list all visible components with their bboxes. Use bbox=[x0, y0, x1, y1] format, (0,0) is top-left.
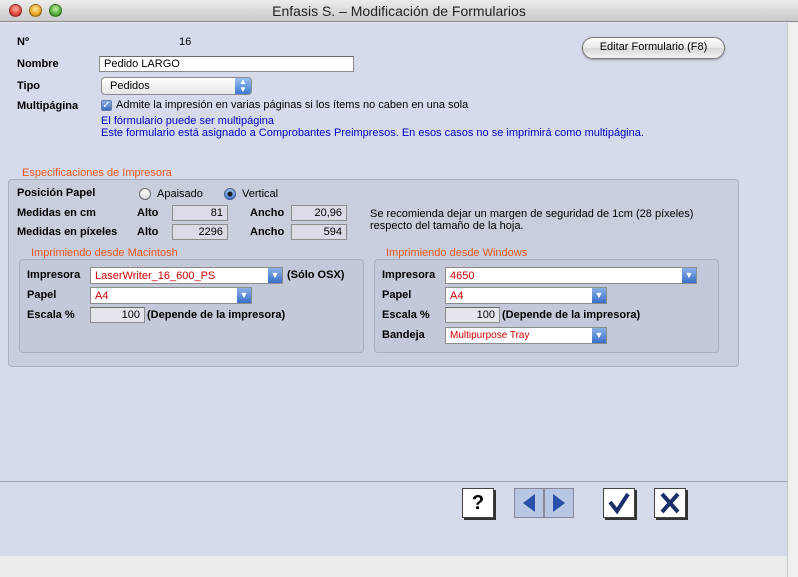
chevron-down-icon: ▼ bbox=[268, 268, 282, 283]
medidas-px-label: Medidas en píxeles bbox=[17, 226, 118, 238]
numero-value: 16 bbox=[179, 36, 192, 48]
window-title: Enfasis S. – Modificación de Formularios bbox=[272, 3, 526, 19]
mac-papel-select[interactable]: A4 ▼ bbox=[90, 287, 252, 304]
margin-note-line-2: respecto del tamaño de la hoja. bbox=[370, 220, 524, 232]
alto-px-label: Alto bbox=[137, 226, 159, 238]
win-bandeja-value: Multipurpose Tray bbox=[450, 330, 530, 341]
win-bandeja-label: Bandeja bbox=[382, 329, 425, 341]
ancho-cm-label: Ancho bbox=[250, 207, 285, 219]
check-icon bbox=[608, 492, 630, 515]
previous-button[interactable] bbox=[514, 488, 544, 518]
mac-papel-value: A4 bbox=[95, 290, 109, 302]
vertical-label: Vertical bbox=[242, 188, 279, 200]
chevron-down-icon: ▼ bbox=[592, 288, 606, 303]
left-arrow-icon bbox=[523, 494, 535, 512]
margin-note-line-1: Se recomienda dejar un margen de segurid… bbox=[370, 208, 694, 220]
updown-arrows-icon: ▲ ▼ bbox=[235, 78, 251, 94]
multipagina-checkbox-label: Admite la impresión en varias páginas si… bbox=[116, 99, 469, 111]
help-button[interactable]: ? bbox=[462, 488, 494, 518]
multipagina-checkbox[interactable]: ✓ bbox=[101, 100, 112, 111]
title-bar: Enfasis S. – Modificación de Formularios bbox=[0, 0, 798, 22]
windows-title: Imprimiendo desde Windows bbox=[386, 247, 528, 259]
chevron-down-icon: ▼ bbox=[592, 328, 606, 343]
cancel-button[interactable] bbox=[654, 488, 686, 518]
win-escala-label: Escala % bbox=[382, 309, 430, 321]
win-escala-input[interactable]: 100 bbox=[445, 307, 500, 323]
apaisado-label: Apaisado bbox=[157, 188, 203, 200]
question-mark-icon: ? bbox=[471, 492, 485, 514]
alto-px-field: 2296 bbox=[172, 224, 228, 240]
win-impresora-value: 4650 bbox=[450, 270, 475, 282]
mac-impresora-label: Impresora bbox=[27, 269, 81, 281]
x-icon bbox=[660, 492, 680, 514]
win-bandeja-select[interactable]: Multipurpose Tray ▼ bbox=[445, 327, 607, 344]
nombre-input[interactable]: Pedido LARGO bbox=[99, 56, 354, 72]
next-button[interactable] bbox=[544, 488, 574, 518]
numero-label: Nº bbox=[17, 36, 29, 48]
win-papel-value: A4 bbox=[450, 290, 464, 302]
info-line-2: Este formulario está asignado a Comproba… bbox=[101, 127, 644, 139]
vertical-radio[interactable] bbox=[224, 188, 236, 200]
tipo-label: Tipo bbox=[17, 80, 41, 92]
apaisado-radio[interactable] bbox=[139, 188, 151, 200]
tipo-select[interactable]: Pedidos ▲ ▼ bbox=[101, 77, 252, 95]
mac-impresora-value: LaserWriter_16_600_PS bbox=[95, 270, 216, 282]
mac-escala-label: Escala % bbox=[27, 309, 75, 321]
alto-cm-label: Alto bbox=[137, 207, 159, 219]
scrollbar[interactable] bbox=[787, 23, 798, 577]
mac-title: Imprimiendo desde Macintosh bbox=[31, 247, 178, 259]
ancho-px-label: Ancho bbox=[250, 226, 285, 238]
ancho-cm-field: 20,96 bbox=[291, 205, 347, 221]
right-arrow-icon bbox=[553, 494, 565, 512]
multipagina-label: Multipágina bbox=[17, 100, 79, 112]
win-papel-select[interactable]: A4 ▼ bbox=[445, 287, 607, 304]
window-bottom-strip bbox=[0, 556, 787, 577]
chevron-down-icon: ▼ bbox=[682, 268, 696, 283]
posicion-papel-label: Posición Papel bbox=[17, 187, 96, 199]
mac-escala-note: (Depende de la impresora) bbox=[147, 309, 286, 321]
mac-papel-label: Papel bbox=[27, 289, 57, 301]
win-impresora-label: Impresora bbox=[382, 269, 436, 281]
especificaciones-title: Especificaciones de Impresora bbox=[22, 167, 172, 179]
medidas-cm-label: Medidas en cm bbox=[17, 207, 96, 219]
win-escala-note: (Depende de la impresora) bbox=[502, 309, 641, 321]
info-line-1: El fórmulario puede ser multipágina bbox=[101, 115, 275, 127]
mac-osx-note: (Sólo OSX) bbox=[287, 269, 345, 281]
editar-formulario-button[interactable]: Editar Formulario (F8) bbox=[582, 37, 725, 59]
ancho-px-field: 594 bbox=[291, 224, 347, 240]
alto-cm-field: 81 bbox=[172, 205, 228, 221]
win-impresora-select[interactable]: 4650 ▼ bbox=[445, 267, 697, 284]
chevron-down-icon: ▼ bbox=[237, 288, 251, 303]
tipo-select-value: Pedidos bbox=[110, 80, 150, 92]
mac-escala-input[interactable]: 100 bbox=[90, 307, 145, 323]
accept-button[interactable] bbox=[603, 488, 635, 518]
win-papel-label: Papel bbox=[382, 289, 412, 301]
mac-impresora-select[interactable]: LaserWriter_16_600_PS ▼ bbox=[90, 267, 283, 284]
toolbar-separator bbox=[0, 481, 787, 482]
nombre-label: Nombre bbox=[17, 58, 59, 70]
content-area: Nº 16 Editar Formulario (F8) Nombre Pedi… bbox=[0, 23, 787, 556]
